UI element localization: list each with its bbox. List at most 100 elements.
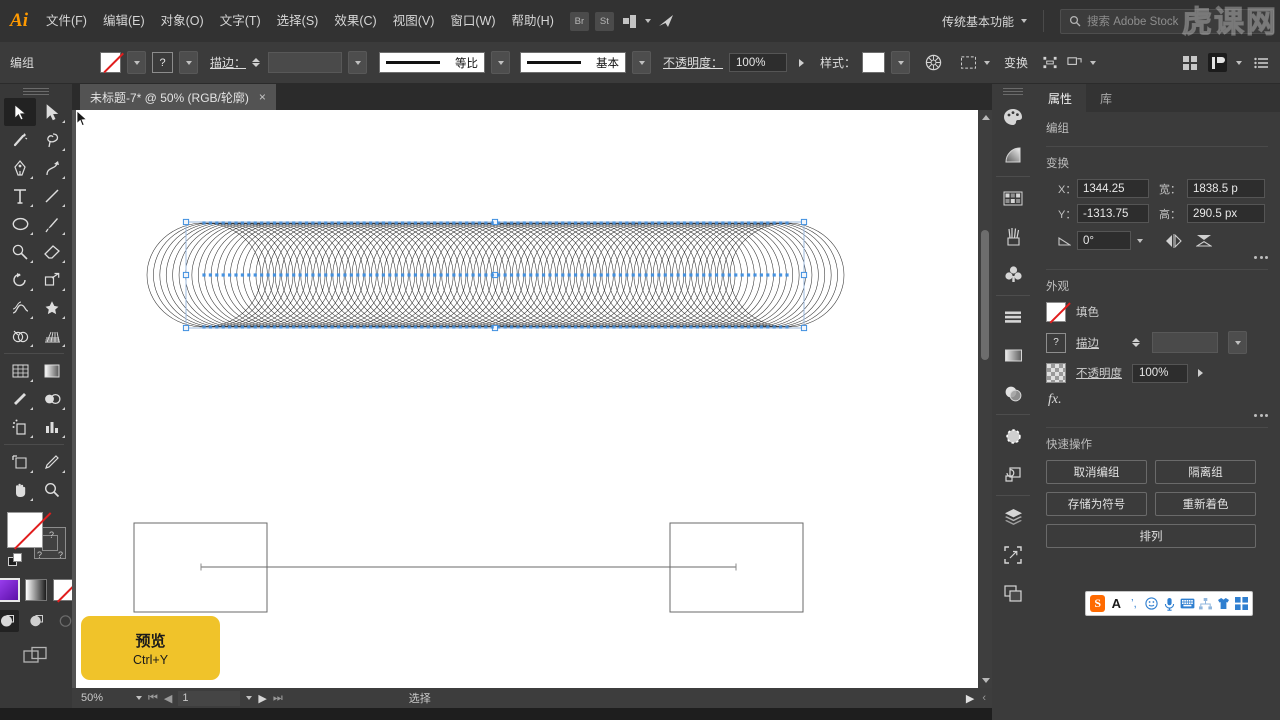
- brushes-panel-icon[interactable]: [993, 217, 1033, 255]
- tool-symbol-sprayer[interactable]: [4, 413, 36, 441]
- draw-normal-button[interactable]: [0, 610, 19, 632]
- keyboard-icon[interactable]: [1180, 596, 1195, 611]
- appearance-stroke-stepper[interactable]: [1132, 338, 1140, 347]
- brush-definition[interactable]: 基本: [520, 52, 627, 73]
- tool-mesh[interactable]: [4, 357, 36, 385]
- tool-line-segment[interactable]: [36, 182, 68, 210]
- chevron-down-icon[interactable]: [644, 19, 651, 23]
- arrange-objects-icon[interactable]: [1065, 53, 1084, 72]
- menu-select[interactable]: 选择(S): [269, 0, 327, 42]
- recolor-artwork-icon[interactable]: [924, 53, 943, 72]
- menu-file[interactable]: 文件(F): [38, 0, 95, 42]
- tool-selection[interactable]: [4, 98, 36, 126]
- appearance-fill-swatch[interactable]: [1046, 302, 1066, 322]
- voice-input-icon[interactable]: [1162, 596, 1176, 611]
- emoji-icon[interactable]: [1145, 596, 1159, 611]
- sogou-logo-icon[interactable]: S: [1090, 595, 1106, 612]
- tool-scale[interactable]: [36, 266, 68, 294]
- flip-horizontal-icon[interactable]: [1165, 233, 1182, 248]
- y-input[interactable]: -1313.75: [1077, 204, 1149, 223]
- artboards-panel-icon[interactable]: [993, 536, 1033, 574]
- links-panel-icon[interactable]: [993, 574, 1033, 612]
- status-expand-icon[interactable]: ‹: [982, 692, 986, 704]
- search-box[interactable]: 搜索 Adobe Stock: [1060, 8, 1274, 34]
- tool-blend[interactable]: [36, 385, 68, 413]
- save-as-symbol-button[interactable]: 存储为符号: [1046, 492, 1147, 516]
- dock-grip[interactable]: [1003, 88, 1023, 95]
- stroke-profile-uniform[interactable]: 等比: [379, 52, 486, 73]
- prev-page-icon[interactable]: ◀: [164, 692, 172, 705]
- grid-view-icon[interactable]: [1180, 53, 1199, 72]
- panel-grip[interactable]: [23, 88, 49, 95]
- layers-panel-icon[interactable]: [993, 498, 1033, 536]
- fill-color-swatch[interactable]: [100, 52, 121, 73]
- color-panel-icon[interactable]: [993, 98, 1033, 136]
- tab-properties[interactable]: 属性: [1034, 84, 1087, 112]
- menu-type[interactable]: 文字(T): [212, 0, 269, 42]
- tool-free-transform[interactable]: [36, 294, 68, 322]
- screen-mode-icon[interactable]: [1208, 53, 1227, 72]
- status-play-icon[interactable]: ▶: [966, 692, 974, 705]
- scroll-down-icon[interactable]: [982, 678, 990, 683]
- chevron-down-icon[interactable]: [1090, 60, 1097, 65]
- appearance-opacity-field[interactable]: 100%: [1132, 363, 1188, 383]
- fill-dropdown[interactable]: [127, 51, 146, 74]
- fill-indicator[interactable]: [7, 512, 43, 548]
- last-page-icon[interactable]: ⏭: [273, 692, 283, 705]
- tool-slice[interactable]: [36, 448, 68, 476]
- tool-perspective-grid[interactable]: [36, 322, 68, 350]
- tool-eraser[interactable]: [36, 238, 68, 266]
- align-objects-icon[interactable]: [1040, 53, 1059, 72]
- bridge-icon[interactable]: Br: [569, 11, 589, 31]
- stroke-weight-dropdown[interactable]: [348, 51, 368, 74]
- chevron-down-icon[interactable]: [984, 60, 991, 65]
- stroke-panel-icon[interactable]: [993, 417, 1033, 455]
- stock-icon[interactable]: St: [594, 11, 614, 31]
- input-mode-icon[interactable]: A: [1109, 596, 1123, 611]
- menu-edit[interactable]: 编辑(E): [95, 0, 153, 42]
- gradient-panel-icon[interactable]: [993, 136, 1033, 174]
- tool-hand[interactable]: [4, 476, 36, 504]
- zoom-level-field[interactable]: 50%: [78, 690, 130, 706]
- appearance-stroke-field[interactable]: [1152, 332, 1218, 353]
- width-input[interactable]: 1838.5 p: [1187, 179, 1265, 198]
- isolate-group-button[interactable]: 隔离组: [1155, 460, 1256, 484]
- color-swatch-button[interactable]: [0, 578, 20, 602]
- scrollbar-thumb[interactable]: [981, 230, 989, 360]
- tool-gradient[interactable]: [36, 357, 68, 385]
- page-dropdown-icon[interactable]: [246, 696, 253, 700]
- page-number-field[interactable]: 1: [178, 690, 241, 706]
- tool-shape-builder[interactable]: [4, 322, 36, 350]
- stroke-weight-label[interactable]: 描边：: [210, 54, 246, 71]
- appearance-stroke-swatch[interactable]: ?: [1046, 332, 1066, 353]
- tab-libraries[interactable]: 库: [1086, 84, 1126, 112]
- tool-magic-wand[interactable]: [4, 126, 36, 154]
- tool-artboard[interactable]: [4, 448, 36, 476]
- align-panel-icon[interactable]: [993, 298, 1033, 336]
- network-icon[interactable]: [1199, 596, 1213, 611]
- stroke-weight-stepper[interactable]: [252, 58, 261, 67]
- select-similar-icon[interactable]: [959, 53, 978, 72]
- vertical-scrollbar[interactable]: [978, 110, 992, 688]
- tool-width[interactable]: [4, 294, 36, 322]
- arrange-documents-icon[interactable]: [620, 12, 639, 31]
- artboard-canvas[interactable]: [76, 110, 978, 688]
- swatches-panel-icon[interactable]: [993, 179, 1033, 217]
- pathfinder-panel-icon[interactable]: [993, 455, 1033, 493]
- scroll-up-icon[interactable]: [982, 115, 990, 120]
- workspace-switcher[interactable]: 传统基本功能: [932, 9, 1037, 33]
- tool-column-graph[interactable]: [36, 413, 68, 441]
- profile-uniform-dropdown[interactable]: [491, 51, 511, 74]
- transform-more-options[interactable]: [1046, 250, 1268, 259]
- reference-point-selector[interactable]: [1046, 183, 1050, 209]
- next-page-icon[interactable]: ▶: [258, 692, 266, 705]
- opacity-expand-icon[interactable]: [1198, 369, 1203, 377]
- opacity-expand-icon[interactable]: [793, 52, 810, 73]
- menu-help[interactable]: 帮助(H): [504, 0, 562, 42]
- punctuation-icon[interactable]: ʼ,: [1127, 596, 1141, 611]
- menu-effect[interactable]: 效果(C): [326, 0, 384, 42]
- tool-curvature[interactable]: [36, 154, 68, 182]
- appearance-more-options[interactable]: [1046, 408, 1268, 417]
- stroke-dropdown[interactable]: [179, 51, 198, 74]
- tool-shaper[interactable]: [4, 238, 36, 266]
